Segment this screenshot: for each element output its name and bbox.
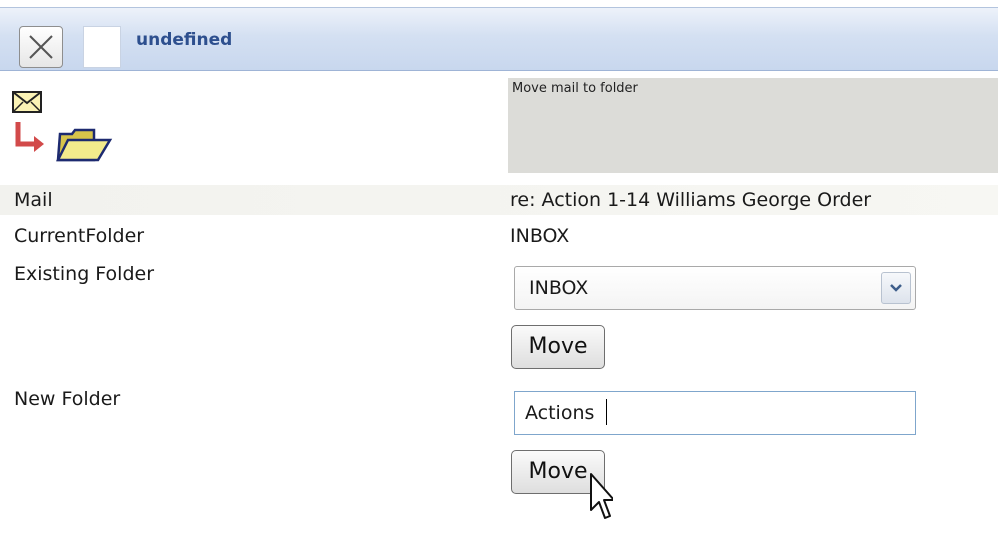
existing-folder-label: Existing Folder — [14, 263, 155, 285]
current-folder-label: CurrentFolder — [14, 225, 145, 247]
chevron-down-icon — [890, 284, 902, 292]
folder-icon — [55, 128, 113, 162]
existing-folder-selected: INBOX — [529, 277, 589, 299]
mail-subject-value: re: Action 1-14 Williams George Order — [510, 189, 872, 211]
action-description: Move mail to folder — [508, 78, 998, 173]
move-existing-button[interactable]: Move — [511, 325, 605, 369]
current-folder-value: INBOX — [510, 225, 570, 247]
mail-label: Mail — [14, 189, 53, 211]
envelope-icon — [12, 91, 42, 113]
title-icon-placeholder — [83, 26, 121, 68]
text-caret — [606, 399, 607, 425]
new-folder-input[interactable] — [514, 391, 916, 435]
dialog-title: undefined — [136, 30, 233, 50]
move-mail-to-folder-icon — [12, 91, 113, 162]
mouse-pointer-icon — [590, 473, 613, 519]
close-button[interactable] — [19, 26, 63, 68]
new-folder-label: New Folder — [14, 388, 121, 410]
dropdown-toggle[interactable] — [881, 272, 911, 304]
description-text: Move mail to folder — [512, 81, 638, 96]
close-x-icon — [29, 35, 53, 59]
existing-folder-select[interactable]: INBOX — [514, 266, 916, 310]
arrow-icon — [15, 122, 44, 152]
